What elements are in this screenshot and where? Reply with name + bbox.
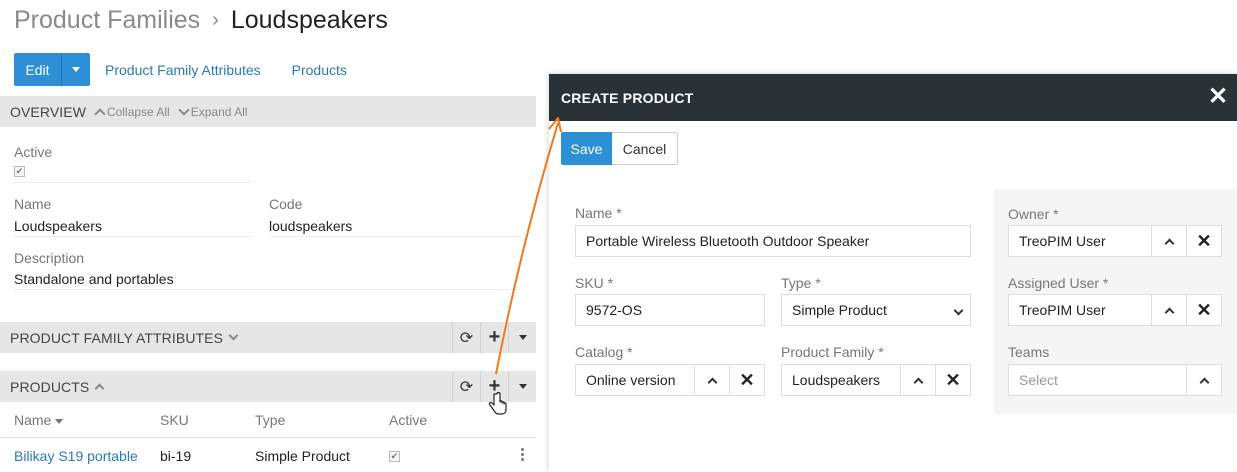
annotation-arrow [495,117,562,375]
